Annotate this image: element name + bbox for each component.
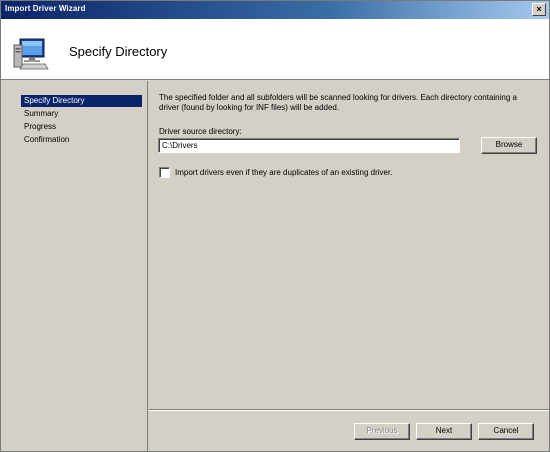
wizard-header: Specify Directory (1, 19, 549, 80)
wizard-content: The specified folder and all subfolders … (149, 81, 549, 407)
close-icon: × (536, 4, 542, 14)
source-directory-label: Driver source directory: (159, 127, 242, 136)
nav-item-confirmation[interactable]: Confirmation (21, 134, 142, 146)
footer-divider (149, 409, 549, 411)
wizard-window: Import Driver Wizard × Specify Directory… (0, 0, 550, 452)
source-directory-input[interactable] (158, 138, 460, 153)
duplicate-drivers-checkbox[interactable] (159, 167, 170, 178)
step-navigation: Specify Directory Summary Progress Confi… (1, 81, 148, 451)
description-text: The specified folder and all subfolders … (159, 93, 517, 112)
nav-item-progress[interactable]: Progress (21, 121, 142, 133)
close-button[interactable]: × (532, 3, 546, 16)
browse-button[interactable]: Browse (481, 137, 537, 154)
page-title: Specify Directory (69, 44, 168, 59)
cancel-button[interactable]: Cancel (478, 423, 534, 440)
window-title: Import Driver Wizard (5, 4, 86, 13)
title-bar[interactable]: Import Driver Wizard × (1, 1, 549, 19)
nav-item-specify-directory[interactable]: Specify Directory (21, 95, 142, 107)
next-button[interactable]: Next (416, 423, 472, 440)
nav-item-summary[interactable]: Summary (21, 108, 142, 120)
computer-icon (13, 38, 49, 70)
duplicate-drivers-label[interactable]: Import drivers even if they are duplicat… (175, 168, 392, 177)
previous-button[interactable]: Previous (354, 423, 410, 440)
